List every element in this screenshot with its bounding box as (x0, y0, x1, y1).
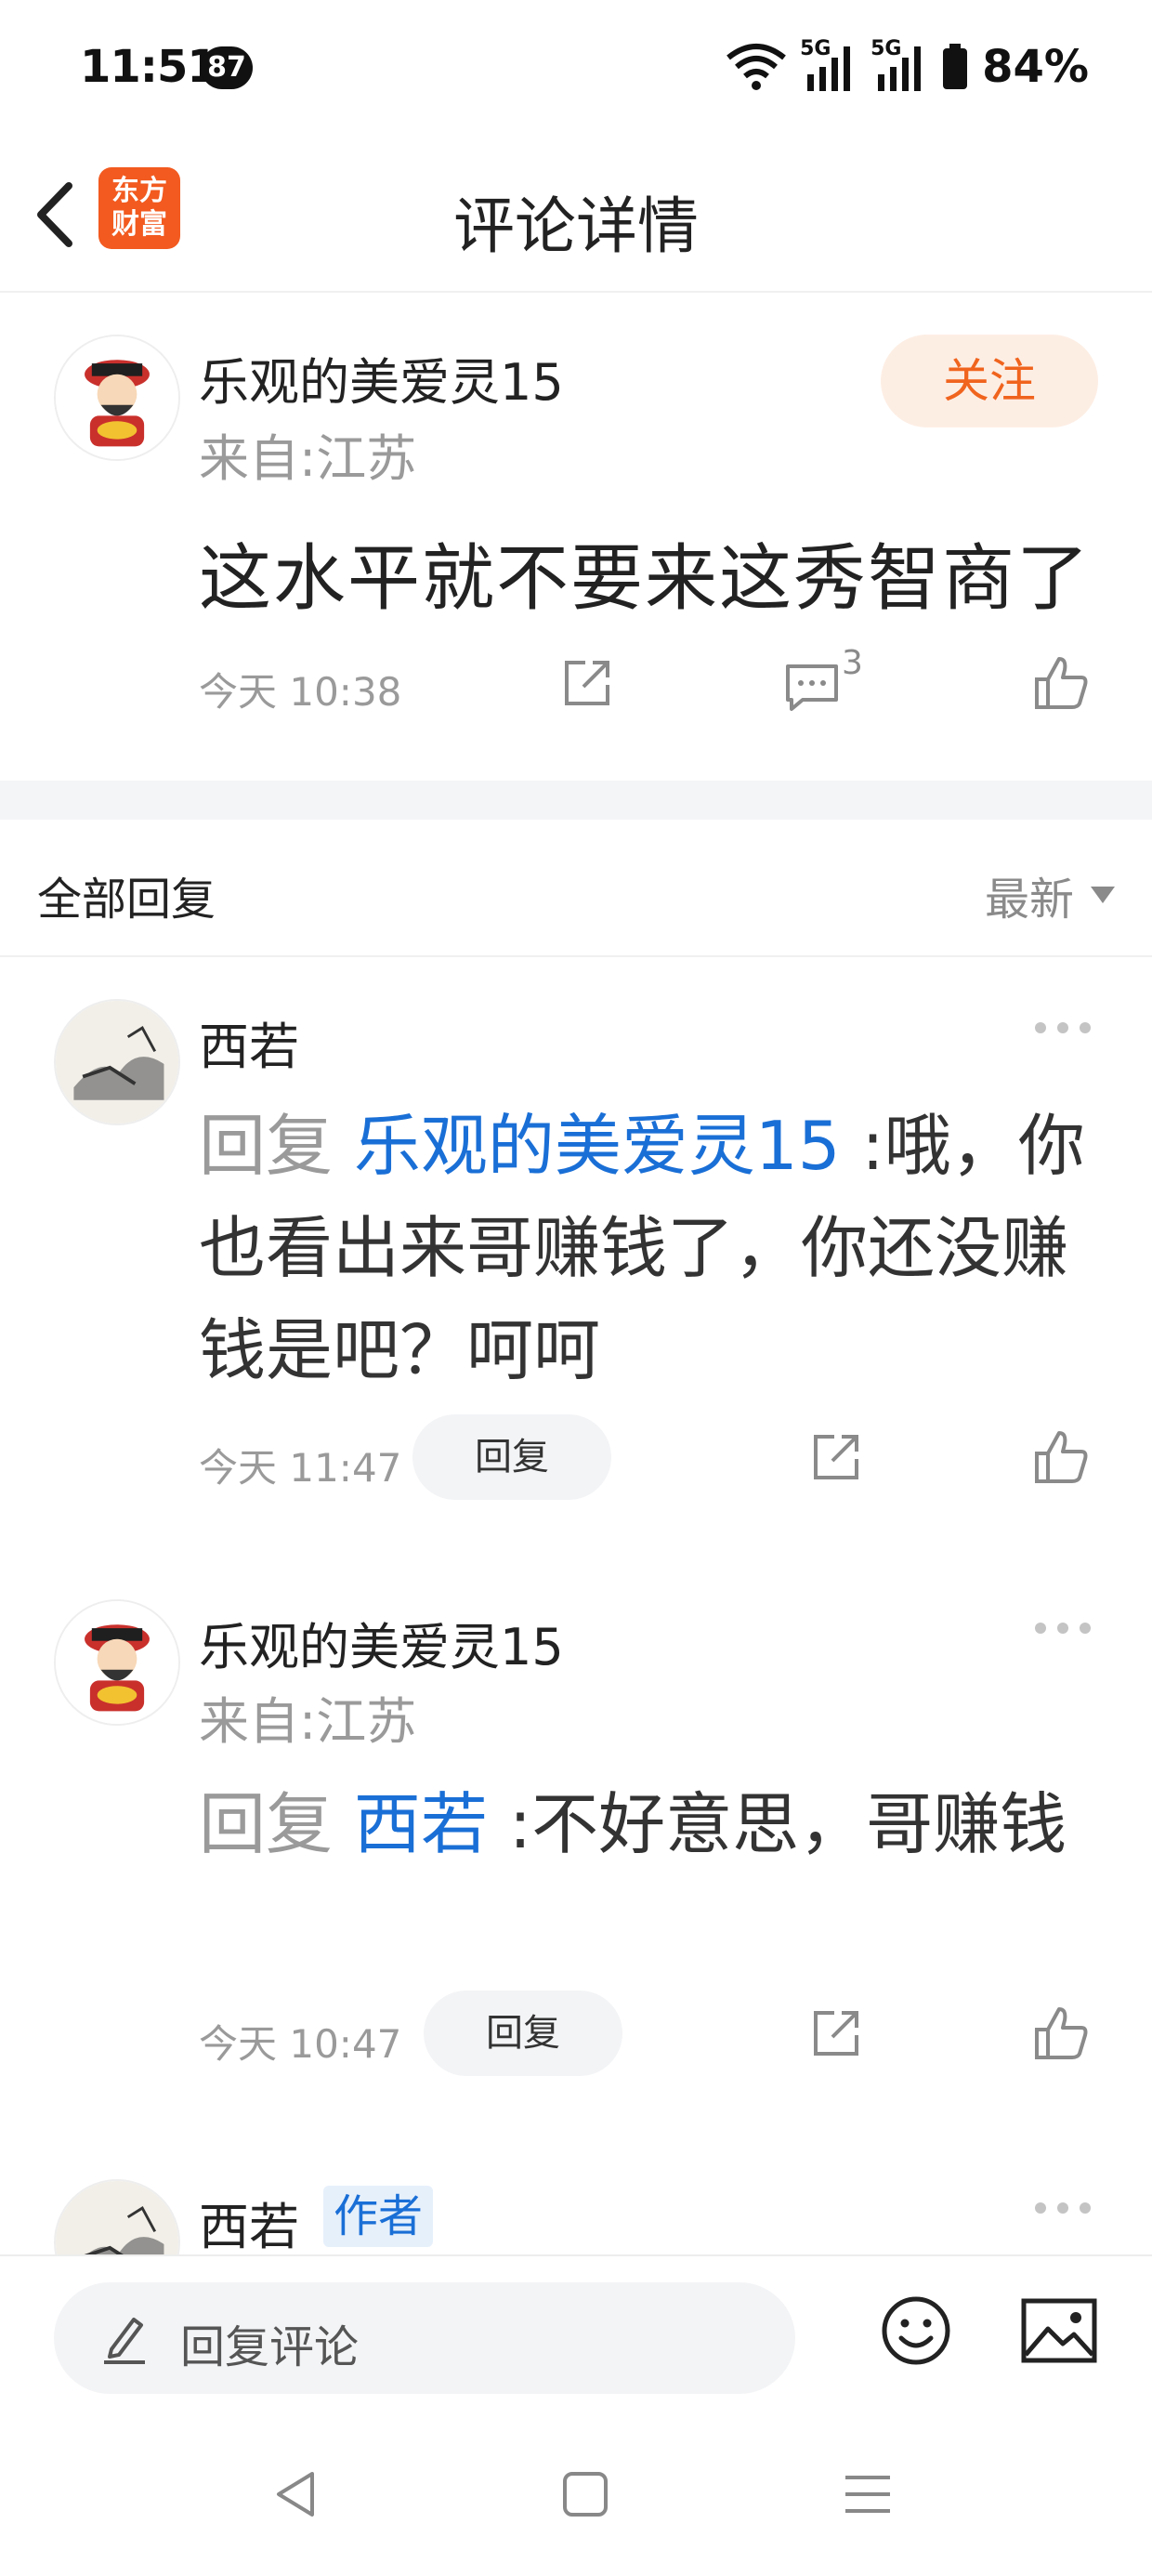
signal-bars-icon (878, 46, 922, 91)
username[interactable]: 乐观的美爱灵15 (199, 341, 564, 414)
location: 来自:江苏 (199, 429, 417, 488)
header: 评论详情 东方 财富 (0, 139, 1152, 293)
emoji-icon[interactable] (879, 2293, 953, 2368)
reply-time: 今天 10:47 (199, 2021, 402, 2067)
reply-text: 回复 乐观的美爱灵15 :哦，你也看出来哥赚钱了，你还没赚钱是吧？呵呵 (199, 1095, 1091, 1401)
notification-badge: 87 (201, 46, 253, 89)
reply-item: 西若 回复 乐观的美爱灵15 :哦，你也看出来哥赚钱了，你还没赚钱是吧？呵呵 今… (0, 957, 1152, 1552)
username[interactable]: 西若 (199, 2186, 299, 2254)
logo-line-2: 财富 (111, 208, 167, 241)
more-options-icon[interactable] (1035, 1019, 1091, 1037)
follow-button[interactable]: 关注 (881, 335, 1098, 427)
image-icon[interactable] (1020, 2297, 1098, 2364)
back-button[interactable] (20, 173, 95, 256)
nav-back-icon[interactable] (269, 2466, 325, 2522)
like-icon[interactable] (1031, 653, 1091, 713)
battery-icon (943, 44, 968, 89)
like-icon[interactable] (1031, 2004, 1091, 2063)
reply-count: 3 (842, 644, 863, 682)
reply-item: 乐观的美爱灵15 来自:江苏 回复 西若 :不好意思，哥赚钱 今天 10:47 … (0, 1557, 1152, 2134)
fortune-god-avatar-icon (56, 336, 178, 459)
reply-body: 不好意思，哥赚钱 (531, 1785, 1067, 1863)
avatar[interactable] (54, 335, 180, 461)
reply-to-user[interactable]: 西若 (354, 1785, 488, 1863)
username[interactable]: 西若 (199, 1005, 299, 1079)
signal-5g-2: 5G (871, 37, 928, 93)
bottom-input-bar: 回复评论 (0, 2254, 1152, 2412)
fortune-god-avatar-icon (56, 1601, 178, 1724)
username[interactable]: 乐观的美爱灵15 (199, 1606, 564, 1679)
reply-separator: : (508, 1785, 532, 1863)
share-icon[interactable] (806, 1427, 866, 1487)
pencil-icon (104, 2318, 145, 2364)
ink-painting-avatar-icon (56, 2181, 178, 2254)
comment-text: 这水平就不要来这秀智商了 (199, 537, 1092, 621)
nav-menu-icon[interactable] (840, 2466, 896, 2522)
replies-title: 全部回复 (37, 874, 216, 926)
signal-bars-icon (807, 46, 851, 91)
reply-to-user[interactable]: 乐观的美爱灵15 (354, 1107, 841, 1185)
status-time: 11:51 (80, 41, 218, 93)
system-nav-bar (0, 2412, 1152, 2576)
main-comment: 乐观的美爱灵15 来自:江苏 关注 这水平就不要来这秀智商了 今天 10:38 … (0, 293, 1152, 781)
battery-percent: 84% (982, 41, 1089, 93)
share-icon[interactable] (806, 2004, 866, 2063)
status-bar: 11:51 87 5G 5G 84% (0, 0, 1152, 139)
logo-line-1: 东方 (111, 175, 167, 207)
reply-input-placeholder: 回复评论 (180, 2321, 360, 2373)
reply-input[interactable]: 回复评论 (54, 2282, 795, 2394)
avatar[interactable] (54, 999, 180, 1125)
share-icon[interactable] (557, 653, 617, 713)
status-indicators: 5G 5G 84% (726, 37, 1089, 95)
signal-5g-1: 5G (800, 37, 857, 93)
more-options-icon[interactable] (1035, 2199, 1091, 2217)
location: 来自:江苏 (199, 1692, 417, 1751)
avatar[interactable] (54, 1599, 180, 1726)
reply-button[interactable]: 回复 (412, 1414, 611, 1500)
wifi-icon (727, 44, 786, 90)
nav-home-icon[interactable] (557, 2466, 613, 2522)
reply-separator: : (861, 1107, 884, 1185)
section-divider (0, 781, 1152, 820)
author-badge: 作者 (323, 2186, 433, 2247)
comment-time: 今天 10:38 (199, 669, 402, 715)
app-logo[interactable]: 东方 财富 (98, 167, 180, 249)
more-options-icon[interactable] (1035, 1619, 1091, 1637)
avatar[interactable] (54, 2179, 180, 2254)
reply-button[interactable]: 回复 (424, 1991, 622, 2076)
ink-painting-avatar-icon (56, 1001, 178, 1124)
comment-icon[interactable] (782, 657, 842, 716)
reply-prefix: 回复 (199, 1785, 334, 1863)
sort-label: 最新 (984, 874, 1074, 926)
sort-selector[interactable]: 最新 (985, 862, 1115, 927)
replies-header: 全部回复 最新 (0, 820, 1152, 957)
reply-text: 回复 西若 :不好意思，哥赚钱 (199, 1773, 1091, 1875)
dropdown-triangle-icon (1091, 887, 1115, 903)
reply-item: 西若 作者 (0, 2137, 1152, 2254)
reply-prefix: 回复 (199, 1107, 334, 1185)
like-icon[interactable] (1031, 1427, 1091, 1487)
chevron-left-icon (37, 182, 72, 247)
reply-time: 今天 11:47 (199, 1445, 402, 1491)
